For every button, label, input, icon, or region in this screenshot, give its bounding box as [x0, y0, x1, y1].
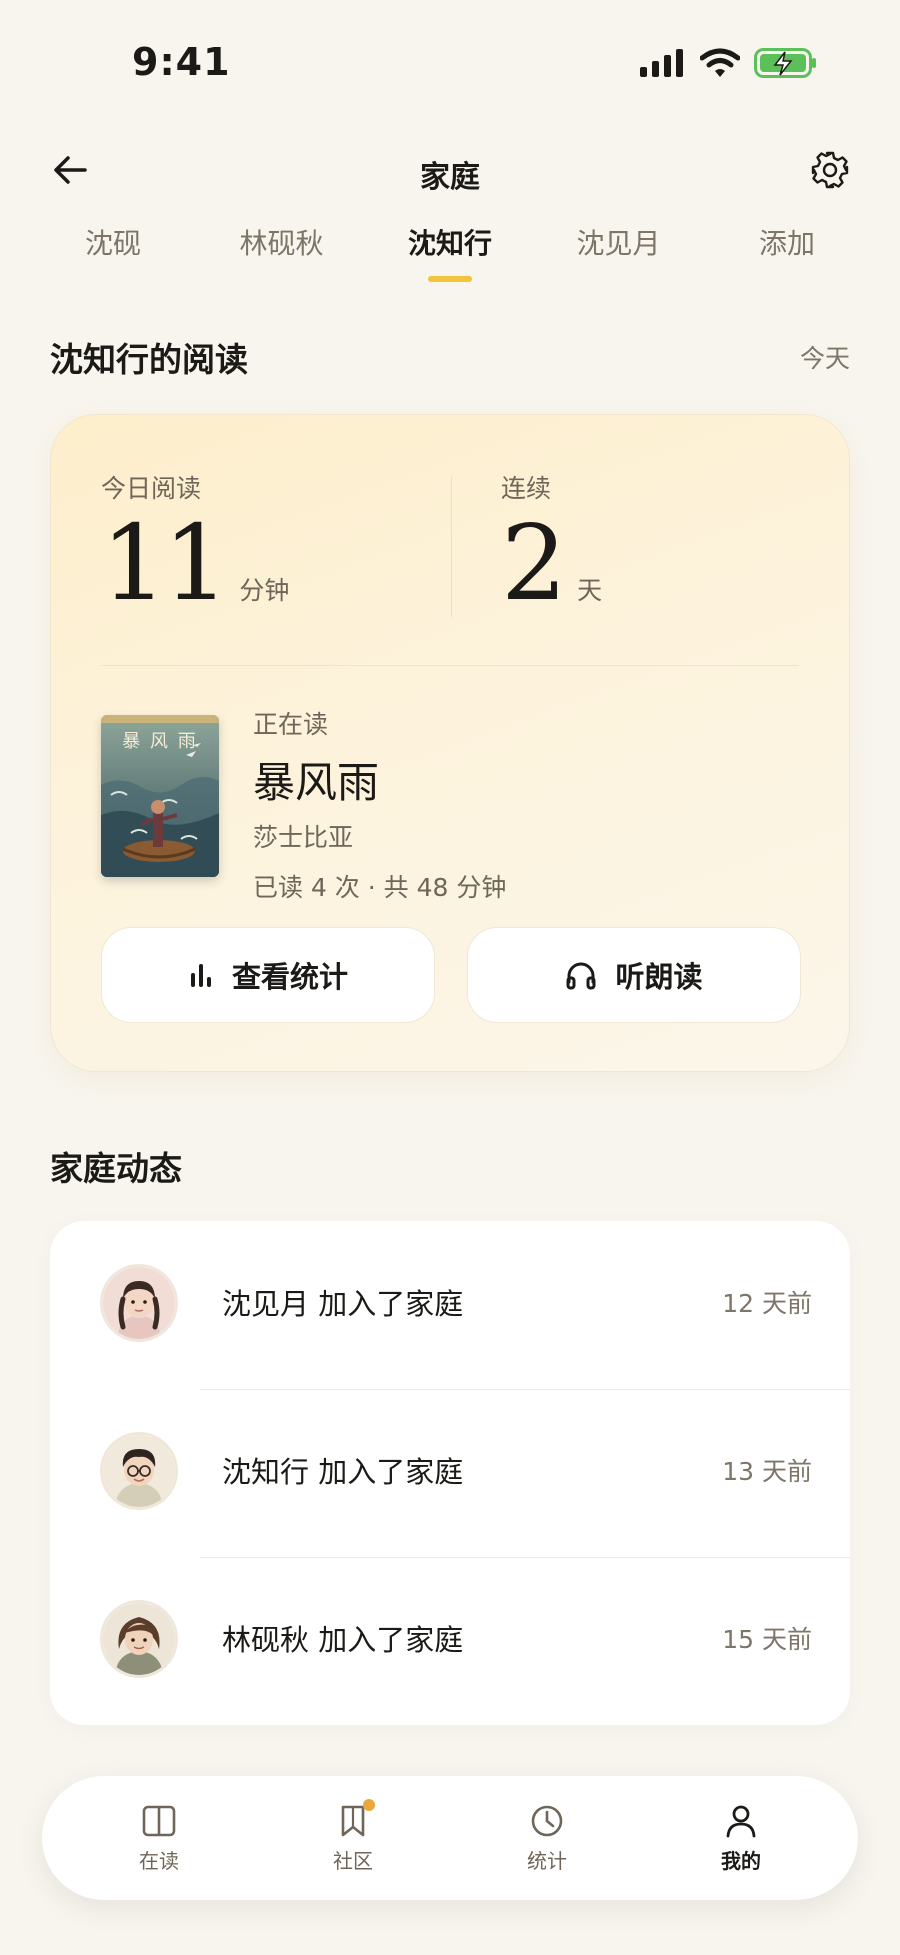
bar-chart-icon — [190, 964, 211, 987]
settings-button[interactable] — [808, 148, 852, 192]
today-reading-unit: 分钟 — [239, 576, 290, 605]
family-section-header: 家庭动态 — [50, 1142, 850, 1190]
avatar — [100, 1264, 178, 1342]
nav-item-stats[interactable]: 统计 — [467, 1803, 627, 1874]
person-icon — [726, 1805, 756, 1837]
wifi-icon — [700, 48, 740, 77]
nav-item-reading[interactable]: 在读 — [79, 1803, 239, 1874]
streak-value: 2 — [501, 502, 567, 624]
clock-icon — [531, 1805, 563, 1836]
status-bar: 9:41 — [0, 0, 900, 120]
book-cover[interactable]: 暴 风 雨 — [101, 715, 219, 877]
tab-member-3[interactable]: 沈知行 — [385, 222, 515, 282]
view-stats-label: 查看统计 — [231, 960, 348, 994]
streak-stat: 连续 2 天 — [501, 469, 602, 619]
book-cover-title: 暴 风 雨 — [122, 731, 198, 752]
status-time: 9:41 — [132, 40, 231, 84]
book-status: 正在读 — [253, 710, 329, 739]
family-feed: 沈见月 加入了家庭 12 天前 沈知行 加入了家庭 13 天前 林砚秋 加入了家… — [50, 1221, 850, 1725]
bottom-tab-bar: 在读 社区 统计 我的 — [42, 1776, 858, 1900]
tab-add[interactable]: 添加 — [722, 222, 852, 282]
today-reading-value: 11 — [101, 502, 229, 624]
tab-member-2[interactable]: 林砚秋 — [217, 222, 347, 282]
member-tabs: 沈砚 林砚秋 沈知行 沈见月 添加 — [48, 222, 852, 282]
nav-item-label: 我的 — [721, 1848, 761, 1873]
nav-item-label: 统计 — [527, 1848, 567, 1873]
nav-header: 家庭 — [0, 140, 900, 200]
page-title: 家庭 — [420, 160, 480, 195]
listen-button[interactable]: 听朗读 — [467, 927, 801, 1023]
nav-item-community[interactable]: 社区 — [273, 1798, 433, 1874]
tab-member-1[interactable]: 沈砚 — [48, 222, 178, 282]
nav-item-label: 在读 — [139, 1848, 179, 1873]
feed-item-text: 沈见月 加入了家庭 — [222, 1287, 464, 1321]
reading-section-title: 沈知行的阅读 — [50, 340, 248, 379]
current-book-info: 正在读 暴风雨 莎士比亚 已读 4 次 · 共 48 分钟 — [253, 705, 506, 904]
feed-item-time: 13 天前 — [722, 1457, 812, 1486]
date-range-selector[interactable]: 今天 — [800, 339, 850, 375]
tab-member-4[interactable]: 沈见月 — [554, 222, 684, 282]
feed-item[interactable]: 沈见月 加入了家庭 12 天前 — [50, 1221, 850, 1389]
today-reading-label: 今日阅读 — [101, 474, 202, 503]
nav-item-profile[interactable]: 我的 — [661, 1803, 821, 1874]
card-divider — [101, 665, 799, 666]
streak-label: 连续 — [501, 474, 552, 503]
reading-section-header: 沈知行的阅读 今天 — [50, 333, 850, 381]
headphones-icon — [566, 962, 596, 990]
feed-item-time: 12 天前 — [722, 1289, 812, 1318]
view-stats-button[interactable]: 查看统计 — [101, 927, 435, 1023]
family-section-title: 家庭动态 — [50, 1149, 182, 1188]
gear-icon — [811, 151, 849, 189]
notification-badge — [363, 1798, 375, 1811]
status-icons — [640, 48, 818, 78]
cellular-signal-icon — [640, 49, 683, 77]
streak-unit: 天 — [577, 576, 603, 605]
book-open-icon — [142, 1805, 176, 1836]
book-title[interactable]: 暴风雨 — [253, 749, 506, 810]
feed-item-text: 沈知行 加入了家庭 — [222, 1455, 464, 1489]
listen-label: 听朗读 — [615, 960, 703, 994]
feed-item[interactable]: 沈知行 加入了家庭 13 天前 — [50, 1389, 850, 1557]
today-reading-stat: 今日阅读 11 分钟 — [101, 469, 289, 619]
battery-charging-icon — [754, 48, 816, 78]
avatar — [100, 1432, 178, 1510]
feed-item-time: 15 天前 — [722, 1625, 812, 1654]
avatar — [100, 1600, 178, 1678]
reading-card: 今日阅读 11 分钟 连续 2 天 暴 风 雨 正在读 暴风雨 莎士比亚 已读 … — [50, 414, 850, 1072]
nav-item-label: 社区 — [333, 1848, 373, 1873]
book-reading-meta: 已读 4 次 · 共 48 分钟 — [253, 873, 507, 902]
book-author: 莎士比亚 — [253, 823, 354, 852]
feed-item-text: 林砚秋 加入了家庭 — [222, 1623, 464, 1657]
feed-item[interactable]: 林砚秋 加入了家庭 15 天前 — [50, 1557, 850, 1725]
stat-divider — [451, 477, 452, 617]
